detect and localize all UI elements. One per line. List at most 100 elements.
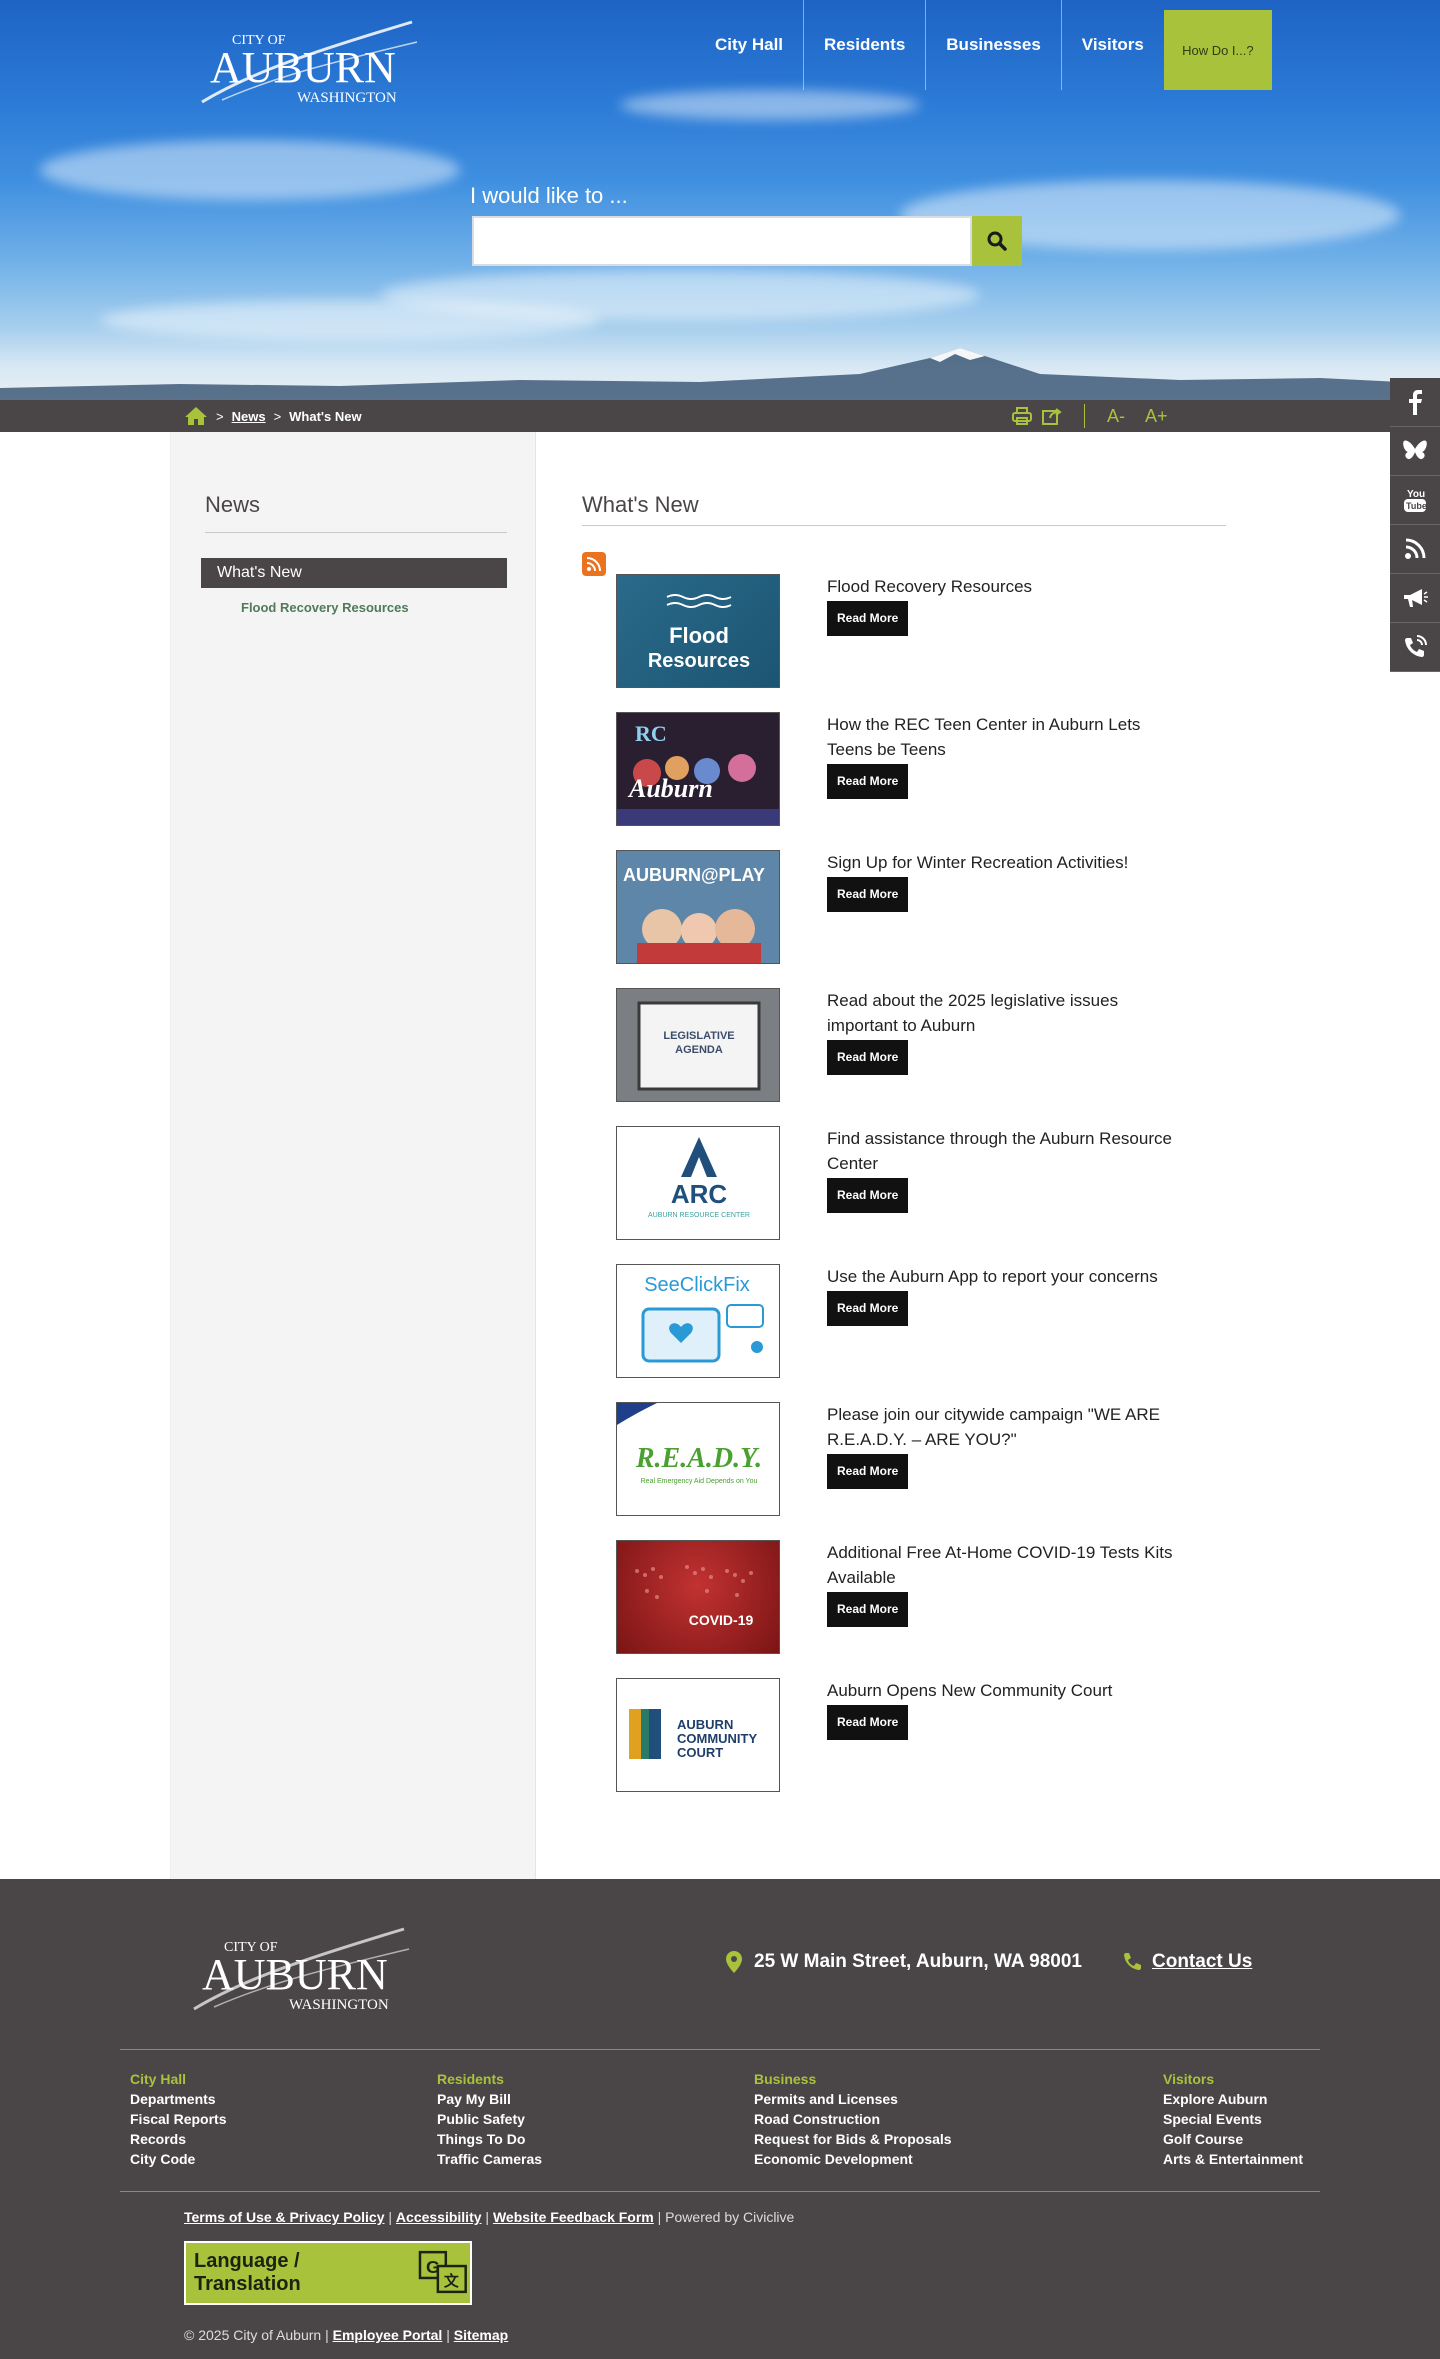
footer-link[interactable]: Special Events (1163, 2109, 1303, 2129)
news-title-text[interactable]: How the REC Teen Center in Auburn Lets T… (827, 712, 1177, 762)
news-item: COVID-19 Additional Free At-Home COVID-1… (616, 1540, 1176, 1656)
footer-link[interactable]: Fiscal Reports (130, 2109, 226, 2129)
read-more-button[interactable]: Read More (827, 877, 909, 912)
read-more-button[interactable]: Read More (827, 1705, 909, 1740)
translate-icon: G 文 (419, 2250, 468, 2294)
news-thumbnail[interactable]: LEGISLATIVE AGENDA (616, 988, 780, 1102)
font-decrease-button[interactable]: A- (1107, 406, 1125, 427)
auburn-logo[interactable]: CITY OF AUBURN WASHINGTON (192, 12, 422, 112)
nav-how-do-i[interactable]: How Do I...? (1163, 10, 1272, 90)
read-more-button[interactable]: Read More (827, 1454, 909, 1489)
footer-auburn-logo[interactable]: CITY OF AUBURN WASHINGTON (184, 1917, 414, 2017)
read-more-button[interactable]: Read More (827, 1178, 909, 1213)
footer-link[interactable]: Pay My Bill (437, 2089, 542, 2109)
footer-link[interactable]: Request for Bids & Proposals (754, 2129, 952, 2149)
footer-link[interactable]: Traffic Cameras (437, 2149, 542, 2169)
sitemap-link[interactable]: Sitemap (454, 2327, 508, 2343)
news-thumbnail[interactable]: R.E.A.D.Y. Real Emergency Aid Depends on… (616, 1402, 780, 1516)
contact-us-link[interactable]: Contact Us (1122, 1951, 1252, 1973)
news-title-text[interactable]: Auburn Opens New Community Court (827, 1678, 1177, 1703)
news-title: Flood Recovery Resources Read More (827, 574, 1177, 636)
breadcrumb-separator: > (273, 408, 282, 424)
news-title-text[interactable]: Use the Auburn App to report your concer… (827, 1264, 1177, 1289)
news-title-text[interactable]: Additional Free At-Home COVID-19 Tests K… (827, 1540, 1177, 1590)
share-icon[interactable] (1042, 407, 1062, 425)
read-more-button[interactable]: Read More (827, 1291, 909, 1326)
feedback-form-link[interactable]: Website Feedback Form (493, 2209, 654, 2225)
font-increase-button[interactable]: A+ (1145, 406, 1168, 427)
breadcrumb-current: What's New (289, 408, 362, 424)
news-thumbnail[interactable]: COVID-19 (616, 1540, 780, 1654)
read-more-button[interactable]: Read More (827, 1592, 909, 1627)
footer-link[interactable]: Records (130, 2129, 226, 2149)
accessibility-link[interactable]: Accessibility (396, 2209, 482, 2225)
employee-portal-link[interactable]: Employee Portal (333, 2327, 443, 2343)
read-more-button[interactable]: Read More (827, 1040, 909, 1075)
nav-businesses[interactable]: Businesses (926, 0, 1062, 90)
svg-text:LEGISLATIVE: LEGISLATIVE (663, 1030, 734, 1042)
breadcrumb-bar: > News > What's New A- A+ (0, 400, 1440, 432)
footer-column-heading[interactable]: City Hall (130, 2069, 226, 2089)
footer-divider (120, 2191, 1320, 2192)
footer-link[interactable]: Departments (130, 2089, 226, 2109)
footer-column-visitors: Visitors Explore Auburn Special Events G… (1163, 2069, 1303, 2169)
sidebar-subitem-flood-recovery[interactable]: Flood Recovery Resources (241, 600, 409, 615)
footer-link[interactable]: Road Construction (754, 2109, 952, 2129)
footer-link[interactable]: Economic Development (754, 2149, 952, 2169)
svg-text:AUBURN: AUBURN (202, 1950, 388, 1999)
news-thumbnail[interactable]: AUBURN COMMUNITY COURT (616, 1678, 780, 1792)
news-thumbnail[interactable]: ARC AUBURN RESOURCE CENTER (616, 1126, 780, 1240)
footer-link[interactable]: Arts & Entertainment (1163, 2149, 1303, 2169)
footer-column-heading[interactable]: Business (754, 2069, 952, 2089)
map-pin-icon (726, 1951, 742, 1973)
news-title: Sign Up for Winter Recreation Activities… (827, 850, 1177, 912)
title-divider (582, 525, 1226, 526)
footer-divider (120, 2049, 1320, 2050)
news-thumbnail[interactable]: SeeClickFix (616, 1264, 780, 1378)
nav-city-hall[interactable]: City Hall (695, 0, 805, 90)
hero-banner: CITY OF AUBURN WASHINGTON City Hall Resi… (0, 0, 1440, 400)
news-title-text[interactable]: Flood Recovery Resources (827, 574, 1177, 599)
rss-feed-button[interactable] (582, 552, 606, 576)
copyright-bar: © 2025 City of Auburn | Employee Portal … (184, 2327, 509, 2343)
news-title: Find assistance through the Auburn Resou… (827, 1126, 1177, 1213)
news-item: LEGISLATIVE AGENDA Read about the 2025 l… (616, 988, 1176, 1104)
footer-column-heading[interactable]: Visitors (1163, 2069, 1303, 2089)
news-title-text[interactable]: Find assistance through the Auburn Resou… (827, 1126, 1177, 1176)
footer-link[interactable]: Public Safety (437, 2109, 542, 2129)
breadcrumb-news[interactable]: News (232, 409, 266, 424)
footer-link[interactable]: Things To Do (437, 2129, 542, 2149)
search-button[interactable] (972, 216, 1022, 266)
nav-visitors[interactable]: Visitors (1062, 0, 1164, 90)
news-thumbnail[interactable]: AUBURN@PLAY (616, 850, 780, 964)
news-title-text[interactable]: Sign Up for Winter Recreation Activities… (827, 850, 1177, 875)
news-title-text[interactable]: Read about the 2025 legislative issues i… (827, 988, 1177, 1038)
read-more-button[interactable]: Read More (827, 601, 909, 636)
language-translation-button[interactable]: Language / Translation G 文 (184, 2241, 472, 2305)
main-nav: City Hall Residents Businesses Visitors … (695, 0, 1272, 90)
mountain-silhouette (0, 348, 1440, 400)
search-input[interactable] (472, 216, 972, 266)
svg-text:文: 文 (444, 2272, 459, 2290)
read-more-button[interactable]: Read More (827, 764, 909, 799)
facebook-link[interactable] (1390, 378, 1440, 427)
news-title: Auburn Opens New Community Court Read Mo… (827, 1678, 1177, 1740)
footer-link[interactable]: Golf Course (1163, 2129, 1303, 2149)
svg-text:RC: RC (635, 721, 667, 746)
footer-link[interactable]: City Code (130, 2149, 226, 2169)
footer-link[interactable]: Permits and Licenses (754, 2089, 952, 2109)
breadcrumb-separator: > (216, 408, 224, 424)
footer-link[interactable]: Explore Auburn (1163, 2089, 1303, 2109)
news-item: ARC AUBURN RESOURCE CENTER Find assistan… (616, 1126, 1176, 1242)
nav-residents[interactable]: Residents (804, 0, 927, 90)
footer-column-heading[interactable]: Residents (437, 2069, 542, 2089)
news-thumbnail[interactable]: RC Auburn (616, 712, 780, 826)
sidebar-item-whats-new[interactable]: What's New (201, 558, 507, 588)
news-title-text[interactable]: Please join our citywide campaign "WE AR… (827, 1402, 1177, 1452)
home-icon[interactable] (184, 406, 208, 426)
rss-icon (586, 557, 601, 572)
news-item: AUBURN COMMUNITY COURT Auburn Opens New … (616, 1678, 1176, 1794)
news-thumbnail[interactable]: Flood Resources (616, 574, 780, 688)
terms-privacy-link[interactable]: Terms of Use & Privacy Policy (184, 2209, 385, 2225)
print-icon[interactable] (1012, 407, 1032, 425)
